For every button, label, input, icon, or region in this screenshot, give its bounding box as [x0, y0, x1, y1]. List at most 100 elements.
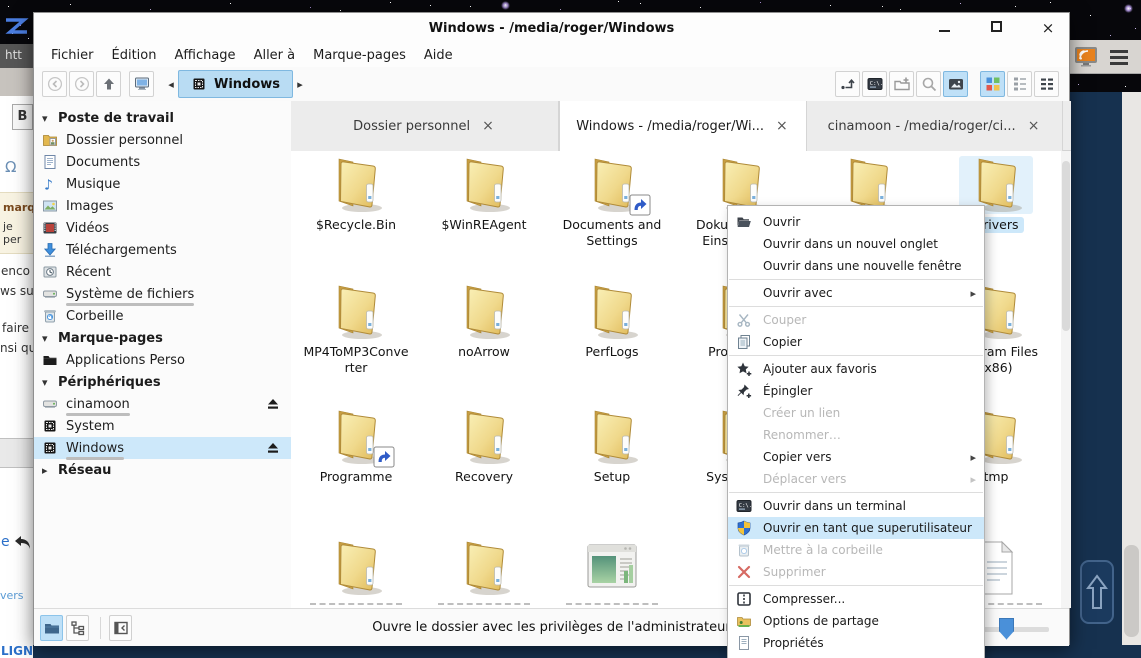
file-item[interactable] — [422, 539, 546, 605]
sidebar-item-windows[interactable]: Windows — [34, 437, 291, 459]
sidebar-item-cinamoon[interactable]: cinamoon — [34, 393, 291, 415]
goto-location-button[interactable] — [835, 71, 860, 97]
titlebar[interactable]: Windows - /media/roger/Windows × — [34, 13, 1069, 43]
places-pane-button[interactable] — [40, 615, 63, 641]
file-item[interactable] — [550, 539, 674, 605]
scrollbar-thumb[interactable] — [1124, 545, 1139, 637]
eject-button[interactable] — [265, 440, 281, 456]
menu-separator — [729, 355, 983, 356]
menu-dition[interactable]: Édition — [103, 46, 166, 65]
detailed-view-button[interactable] — [1034, 71, 1059, 97]
file-recycle-bin[interactable]: $Recycle.Bin — [294, 156, 418, 233]
menu-fichier[interactable]: Fichier — [42, 46, 103, 65]
menu-aller[interactable]: Aller à — [245, 46, 305, 65]
menuitem-ouvrir-dans-un-nouvel-onglet[interactable]: Ouvrir dans un nouvel onglet — [728, 233, 984, 255]
zoom-slider[interactable] — [975, 615, 1049, 641]
sidebar-item-system[interactable]: System — [34, 415, 291, 437]
tab-dossier-personnel[interactable]: Dossier personnel× — [291, 101, 559, 151]
menuitem-ouvrir-dans-un-terminal[interactable]: C:\.Ouvrir dans un terminal — [728, 495, 984, 517]
quote-block: marq je per — [0, 192, 33, 254]
sidebar-section-poste-de-travail[interactable]: ▾Poste de travail — [34, 107, 291, 129]
menu-aide[interactable]: Aide — [415, 46, 462, 65]
sidebar-section-marque-pages[interactable]: ▾Marque-pages — [34, 327, 291, 349]
menuitem-ajouter-aux-favoris[interactable]: Ajouter aux favoris — [728, 358, 984, 380]
eject-button[interactable] — [265, 396, 281, 412]
sidebar-item-documents[interactable]: Documents — [34, 151, 291, 173]
sidebar-item-label: Récent — [66, 265, 111, 280]
omega-button[interactable]: Ω — [5, 158, 16, 176]
menuitem-ouvrir[interactable]: Ouvrir — [728, 211, 984, 233]
menuitem-ouvrir-dans-une-nouvelle-fen-tre[interactable]: Ouvrir dans une nouvelle fenêtre — [728, 255, 984, 277]
icon-view-button[interactable] — [980, 71, 1005, 97]
file-recovery[interactable]: Recovery — [422, 408, 546, 485]
path-scroll-right[interactable]: ▸ — [293, 78, 307, 91]
menubar: FichierÉditionAffichageAller àMarque-pag… — [34, 43, 1069, 67]
tab-cinamoon-media-roger-ci[interactable]: cinamoon - /media/roger/ci...× — [807, 101, 1063, 151]
back-button[interactable] — [42, 71, 67, 97]
file-noarrow[interactable]: noArrow — [422, 283, 546, 360]
vers-link[interactable]: vers — [0, 589, 24, 602]
sidebar-item-t-l-chargements[interactable]: Téléchargements — [34, 239, 291, 261]
compact-view-button[interactable] — [1007, 71, 1032, 97]
tab-close-icon[interactable]: × — [774, 118, 790, 134]
menu-marque-pages[interactable]: Marque-pages — [304, 46, 415, 65]
close-button[interactable]: × — [1035, 19, 1061, 37]
menuitem-copier[interactable]: Copier — [728, 331, 984, 353]
hide-side-pane-button[interactable] — [109, 615, 132, 641]
scroll-to-top-button[interactable] — [1080, 560, 1114, 624]
reply-link[interactable]: e — [1, 534, 10, 550]
folder-icon — [319, 156, 393, 214]
hamburger-menu-icon[interactable] — [1108, 48, 1130, 66]
screenshot-icon[interactable] — [1074, 45, 1098, 69]
sidebar-item-applications-perso[interactable]: Applications Perso — [34, 349, 291, 371]
sidebar-item-dossier-personnel[interactable]: Dossier personnel — [34, 129, 291, 151]
sidebar-section-r-seau[interactable]: ▸Réseau — [34, 459, 291, 481]
background-scrollbar[interactable] — [1122, 92, 1141, 658]
minimize-button[interactable] — [931, 21, 957, 36]
forward-button[interactable] — [69, 71, 94, 97]
menuitem-pingler[interactable]: Épingler — [728, 380, 984, 402]
file-winreagent[interactable]: $WinREAgent — [422, 156, 546, 233]
menuitem-propri-t-s[interactable]: Propriétés — [728, 632, 984, 654]
zoom-slider-handle[interactable] — [999, 618, 1014, 640]
menu-item-label: Créer un lien — [763, 406, 840, 420]
open-terminal-button[interactable]: C:\. — [862, 71, 887, 97]
file-setup[interactable]: Setup — [550, 408, 674, 485]
breadcrumb-button[interactable]: Windows — [178, 70, 293, 98]
file-mp4tomp3conve[interactable]: MP4ToMP3Converter — [294, 283, 418, 376]
chevron-down-icon: ▾ — [42, 112, 58, 125]
up-button[interactable] — [96, 71, 121, 97]
toolbar-fragment — [0, 68, 33, 96]
sidebar-item-vid-os[interactable]: Vidéos — [34, 217, 291, 239]
show-thumbnails-button[interactable] — [943, 71, 968, 97]
file-perflogs[interactable]: PerfLogs — [550, 283, 674, 360]
file-label: Documents andSettings — [550, 217, 674, 249]
tab-close-icon[interactable]: × — [1026, 118, 1042, 134]
bold-button[interactable]: B — [12, 104, 33, 130]
file-item[interactable] — [294, 539, 418, 605]
tree-pane-button[interactable] — [66, 615, 89, 641]
menuitem-ouvrir-avec[interactable]: Ouvrir avec▸ — [728, 282, 984, 304]
menuitem-options-de-partage[interactable]: Options de partage — [728, 610, 984, 632]
path-scroll-left[interactable]: ◂ — [164, 78, 178, 91]
sidebar-section-p-riph-riques[interactable]: ▾Périphériques — [34, 371, 291, 393]
menuitem-compresser[interactable]: Compresser... — [728, 588, 984, 610]
sidebar-item-musique[interactable]: ♪Musique — [34, 173, 291, 195]
quote-line: je per — [3, 220, 33, 246]
folder-scrollbar-thumb[interactable] — [1062, 161, 1070, 331]
maximize-button[interactable] — [983, 21, 1009, 36]
menu-affichage[interactable]: Affichage — [165, 46, 244, 65]
file-programme[interactable]: Programme — [294, 408, 418, 485]
folder-scrollbar[interactable] — [1061, 151, 1071, 608]
no-icon — [736, 285, 758, 301]
menuitem-ouvrir-en-tant-que-superutilisateur[interactable]: Ouvrir en tant que superutilisateur — [728, 517, 984, 539]
menuitem-copier-vers[interactable]: Copier vers▸ — [728, 446, 984, 468]
file-documents-and[interactable]: Documents andSettings — [550, 156, 674, 249]
sidebar-item-syst-me-de-fichiers[interactable]: Système de fichiers — [34, 283, 291, 305]
tab-close-icon[interactable]: × — [480, 118, 496, 134]
sidebar-item-images[interactable]: Images — [34, 195, 291, 217]
tab-windows-media-roger-wi[interactable]: Windows - /media/roger/Wi...× — [559, 101, 807, 151]
sidebar-item-r-cent[interactable]: Récent — [34, 261, 291, 283]
sidebar-item-corbeille[interactable]: Corbeille — [34, 305, 291, 327]
home-button[interactable] — [129, 71, 154, 97]
